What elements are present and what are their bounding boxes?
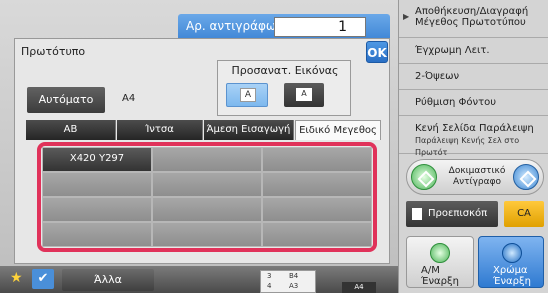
color-start-icon (513, 164, 539, 190)
ok-button[interactable]: OK (366, 41, 388, 63)
side-item-label: Αποθήκευση/Διαγραφή Μέγεθος Πρωτοτύπου (415, 6, 529, 28)
tab-direct-entry[interactable]: Άμεση Εισαγωγή (204, 120, 294, 140)
tab-inch[interactable]: Ίντσα (117, 120, 203, 140)
tray-size: B4 (289, 272, 299, 280)
auto-size-value: A4 (122, 93, 136, 104)
orientation-landscape-button[interactable]: A (284, 83, 324, 107)
bottom-strip: ★ ✔ Άλλα (0, 266, 398, 293)
copy-screen: Αρ. αντιγράφων 1 Πρωτότυπο Προσανατ. Εικ… (0, 0, 548, 293)
side-item-label: Κενή Σελίδα Παράλειψη (415, 123, 534, 134)
start-gem-icon (430, 243, 450, 263)
clear-all-button[interactable]: CA (504, 201, 544, 227)
document-icon (412, 208, 422, 220)
test-copy-button[interactable]: Δοκιμαστικό Αντίγραφο (406, 159, 544, 195)
start-color-line1: Χρώμα (493, 265, 528, 276)
tray-size: A3 (289, 282, 299, 290)
other-button[interactable]: Άλλα (62, 269, 154, 291)
size-tabs: AB Ίντσα Άμεση Εισαγωγή Ειδικό Μεγεθος (26, 120, 381, 140)
landscape-icon: A (296, 88, 312, 101)
portrait-icon: A (240, 88, 256, 102)
dialog-title: Πρωτότυπο (21, 45, 86, 58)
start-bw-line1: A/M (421, 265, 440, 276)
side-item-background[interactable]: Ρύθμιση Φόντου (399, 90, 548, 116)
orientation-portrait-button[interactable]: A (226, 83, 268, 107)
bw-start-button[interactable]: A/M Έναρξη (406, 236, 474, 288)
preview-button[interactable]: Προεπισκόπ (406, 201, 498, 227)
tray-number: 3 (267, 272, 272, 280)
start-color-line2: Έναρξη (493, 276, 531, 287)
test-copy-label: Δοκιμαστικό Αντίγραφο (448, 166, 506, 187)
start-gem-icon (502, 243, 522, 263)
star-icon[interactable]: ★ (10, 270, 23, 286)
current-paper-size: A4 (342, 282, 376, 293)
start-bw-line2: Έναρξη (421, 276, 459, 287)
side-item-label: Έγχρωμη Λειτ. (415, 45, 490, 56)
copies-bar: Αρ. αντιγράφων 1 (178, 14, 390, 40)
tab-ab[interactable]: AB (26, 120, 116, 140)
side-item-sublabel: Παράλειψη Κενής Σελ στο Πρωτότ (415, 136, 520, 157)
side-item-color-mode[interactable]: Έγχρωμη Λειτ. (399, 38, 548, 64)
side-item-store-delete-size[interactable]: ▶ Αποθήκευση/Διαγραφή Μέγεθος Πρωτοτύπου (399, 0, 548, 38)
bw-start-icon (411, 164, 437, 190)
tray-number: 4 (267, 282, 272, 290)
tab-custom-size[interactable]: Ειδικό Μεγεθος (295, 120, 381, 140)
auto-button[interactable]: Αυτόματο (27, 87, 105, 113)
side-item-label: Ρύθμιση Φόντου (415, 97, 497, 108)
side-item-blank-page-skip[interactable]: Κενή Σελίδα Παράλειψη Παράλειψη Κενής Σε… (399, 116, 548, 157)
side-item-duplex[interactable]: 2-Όψεων (399, 64, 548, 90)
paper-tray-status: 3 B4 4 A3 (260, 270, 316, 293)
side-item-label: 2-Όψεων (415, 71, 460, 82)
highlight-frame (37, 142, 377, 252)
check-icon[interactable]: ✔ (32, 269, 54, 289)
color-start-button[interactable]: Χρώμα Έναρξη (478, 236, 544, 288)
play-arrow-icon: ▶ (403, 12, 410, 21)
preview-label: Προεπισκόπ (428, 208, 488, 219)
copies-input[interactable]: 1 (274, 17, 366, 37)
orientation-title: Προσανατ. Εικόνας (231, 64, 339, 77)
copies-label: Αρ. αντιγράφων (186, 19, 283, 33)
